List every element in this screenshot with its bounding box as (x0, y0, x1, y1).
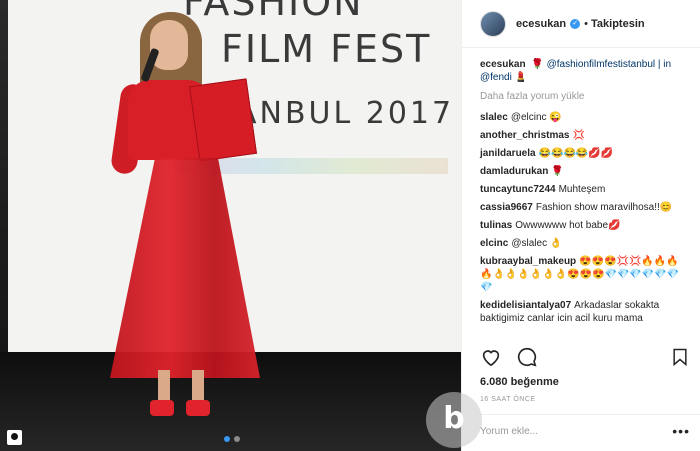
caption-username[interactable]: ecesukan (480, 59, 526, 70)
like-heart-icon[interactable] (480, 346, 502, 368)
comment-text: 😂😂😂😂💋💋 (538, 148, 614, 159)
comment-row: another_christmas 💢 (480, 129, 686, 142)
following-button[interactable]: Takiptesin (591, 18, 645, 30)
comment-username[interactable]: elcinc (480, 238, 508, 249)
comment-username[interactable]: janildaruela (480, 148, 536, 159)
divider (480, 414, 700, 415)
caption: ecesukan 🌹 @fashionfilmfestistanbul | in… (480, 58, 686, 84)
post-side-panel: ecesukan ✓ • Takiptesin ecesukan 🌹 @fash… (461, 0, 700, 451)
comment-text: @slalec 👌 (511, 238, 563, 249)
comment-row: slalec @elcinc 😜 (480, 111, 686, 124)
verified-badge-icon: ✓ (570, 18, 581, 29)
comment-text: 🌹 (551, 166, 564, 177)
comments-list: ecesukan 🌹 @fashionfilmfestistanbul | in… (462, 48, 700, 324)
face (150, 20, 188, 70)
comment-username[interactable]: kubraaybal_makeup (480, 256, 576, 267)
comment-text: Muhteşem (558, 184, 606, 195)
comment-username[interactable]: tulinas (480, 220, 512, 231)
username-link[interactable]: ecesukan (516, 18, 566, 30)
comment-row: tuncaytunc7244 Muhteşem (480, 183, 686, 196)
comment-row: kubraaybal_makeup 😍😍😍💢💢🔥🔥🔥🔥👌👌👌👌👌👌😍😍😍💎💎💎💎💎… (480, 255, 686, 294)
post-actions (480, 346, 538, 368)
comment-row: janildaruela 😂😂😂😂💋💋 (480, 147, 686, 160)
comment-row: kedidelisiantalya07 Arkadaslar sokakta ba… (480, 299, 686, 324)
carousel-dot-active (224, 436, 230, 442)
comment-bubble-icon[interactable] (516, 346, 538, 368)
avatar[interactable] (480, 10, 506, 37)
carousel-dots (224, 436, 240, 442)
post-header: ecesukan ✓ • Takiptesin (462, 0, 700, 48)
comment-row: tulinas Owwwwww hot babe💋 (480, 219, 686, 232)
post-timestamp[interactable]: 16 SAAT ÖNCE (480, 396, 536, 403)
like-count[interactable]: 6.080 beğenme (480, 376, 559, 388)
comment-username[interactable]: kedidelisiantalya07 (480, 300, 571, 311)
dress-skirt (110, 158, 260, 378)
comment-text: Owwwwww hot babe💋 (515, 220, 621, 231)
red-folder (188, 78, 258, 162)
comment-text: 💢 (572, 130, 585, 141)
comment-text: Fashion show maravilhosa!!😊 (535, 202, 673, 213)
post-photo[interactable]: FASHION FILM FEST ANBUL 2017 (0, 0, 461, 451)
comment-username[interactable]: tuncaytunc7244 (480, 184, 556, 195)
add-comment-input[interactable]: Yorum ekle... (480, 426, 538, 437)
comment-row: cassia9667 Fashion show maravilhosa!!😊 (480, 201, 686, 214)
legs (144, 370, 218, 416)
comment-row: elcinc @slalec 👌 (480, 237, 686, 250)
comment-username[interactable]: slalec (480, 112, 508, 123)
comment-row: damladurukan 🌹 (480, 165, 686, 178)
watermark-logo: b (426, 392, 482, 448)
comment-username[interactable]: damladurukan (480, 166, 548, 177)
load-more-comments-link[interactable]: Daha fazla yorum yükle (480, 90, 686, 103)
carousel-dot[interactable] (234, 436, 240, 442)
more-options-icon[interactable]: ••• (672, 423, 690, 439)
comment-username[interactable]: another_christmas (480, 130, 569, 141)
comment-username[interactable]: cassia9667 (480, 202, 533, 213)
presenter-figure (100, 0, 270, 451)
tagged-users-icon[interactable] (7, 430, 22, 445)
save-bookmark-icon[interactable] (670, 346, 690, 368)
comment-text: @elcinc 😜 (510, 112, 562, 123)
